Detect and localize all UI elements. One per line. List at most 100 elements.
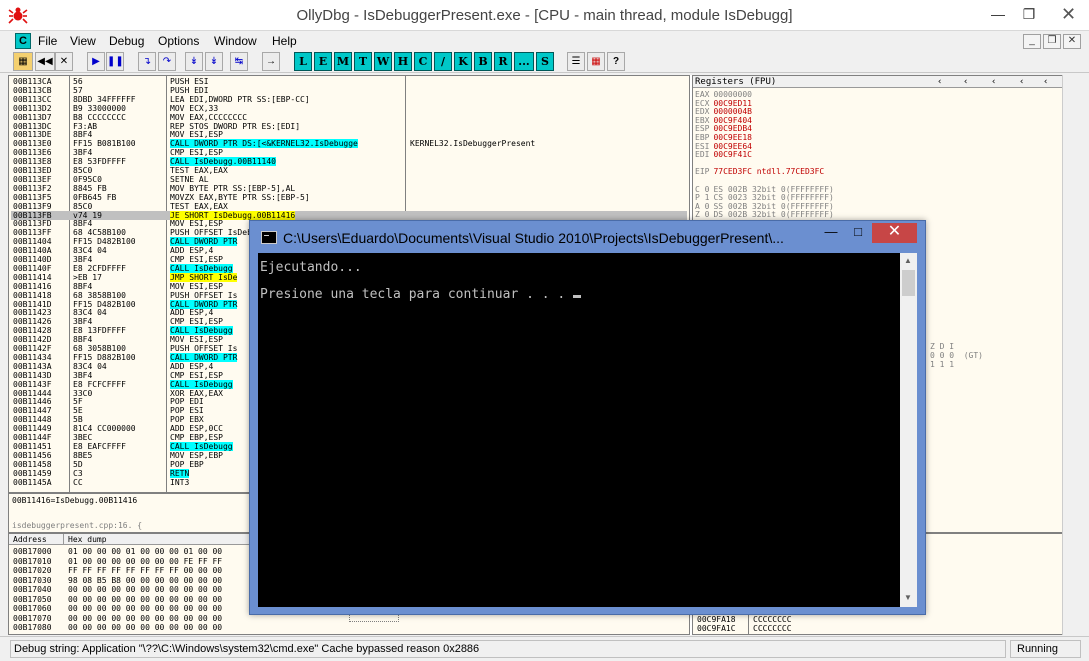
menu-window[interactable]: Window bbox=[214, 34, 257, 48]
fpu-flags-row2: 1 1 1 bbox=[930, 360, 955, 369]
trace-over-icon[interactable]: ↡ bbox=[205, 52, 223, 71]
registers-prev-icon-3[interactable]: ‹ bbox=[991, 76, 996, 88]
disasm-row[interactable]: 00B113D2 B9 33000000 MOV ECX,33 bbox=[11, 104, 687, 113]
run-trace-button[interactable]: ... bbox=[514, 52, 534, 71]
cpu-window-button[interactable]: C bbox=[414, 52, 432, 71]
disasm-address: 00B113CA bbox=[13, 77, 52, 86]
patches-window-button[interactable]: / bbox=[434, 52, 452, 71]
disasm-address: 00B113CB bbox=[13, 85, 52, 95]
registers-prev-icon-5[interactable]: ‹ bbox=[1043, 76, 1048, 88]
menu-file[interactable]: File bbox=[38, 34, 57, 48]
disasm-row[interactable]: 00B113CC 8DBD 34FFFFFF LEA EDI,DWORD PTR S… bbox=[11, 95, 687, 104]
trace-into-icon[interactable]: ↡ bbox=[185, 52, 203, 71]
disasm-row[interactable]: 00B113CA 56 PUSH ESI bbox=[11, 77, 687, 86]
disasm-row[interactable]: 00B113DC F3:AB REP STOS DWORD PTR ES:[EDI] bbox=[11, 122, 687, 131]
log-window-button[interactable]: L bbox=[294, 52, 312, 71]
disasm-address: 00B11448 bbox=[13, 415, 52, 425]
menu-options[interactable]: Options bbox=[158, 34, 199, 48]
references-button[interactable]: R bbox=[494, 52, 512, 71]
maximize-button[interactable]: ❐ bbox=[1014, 0, 1044, 30]
mdi-close-icon[interactable]: ✕ bbox=[1063, 34, 1081, 49]
console-scrollbar[interactable]: ▲ ▼ bbox=[900, 253, 917, 607]
console-title-bar[interactable]: C:\Users\Eduardo\Documents\Visual Studio… bbox=[250, 221, 925, 253]
disasm-command: REP STOS DWORD PTR ES:[EDI] bbox=[170, 121, 301, 131]
registers-prev-icon-4[interactable]: ‹ bbox=[1019, 76, 1024, 88]
windows-window-button[interactable]: W bbox=[374, 52, 392, 71]
register-row[interactable]: EDI 00C9F41C bbox=[695, 150, 752, 159]
menu-debug[interactable]: Debug bbox=[109, 34, 144, 48]
dump-address: 00B17050 bbox=[13, 594, 52, 604]
console-client[interactable]: Ejecutando... Presione una tecla para co… bbox=[258, 253, 917, 607]
dump-hex: 00 00 00 00 00 00 00 00 00 00 00 bbox=[68, 585, 223, 594]
cpu-window-icon[interactable]: C bbox=[15, 33, 31, 49]
disasm-hex: 5F bbox=[73, 397, 83, 407]
console-window[interactable]: C:\Users\Eduardo\Documents\Visual Studio… bbox=[249, 220, 926, 615]
registers-prev-icon[interactable]: ‹ bbox=[937, 76, 942, 88]
console-line-1: Ejecutando... bbox=[260, 260, 362, 275]
disasm-row[interactable]: 00B113E0 FF15 B081B100 CALL DWORD PTR DS:[… bbox=[11, 139, 687, 149]
disasm-command: ADD ESP,4 bbox=[170, 308, 214, 318]
step-over-icon[interactable]: ↷ bbox=[158, 52, 176, 71]
pause-icon[interactable]: ❚❚ bbox=[106, 52, 124, 71]
disasm-row[interactable]: 00B113E8 E8 53FDFFFF CALL IsDebugg.00B1114… bbox=[11, 157, 687, 167]
help-icon[interactable]: ? bbox=[607, 52, 625, 71]
open-icon[interactable]: ▦ bbox=[13, 52, 33, 71]
close-program-icon[interactable]: ✕ bbox=[55, 52, 73, 71]
dump-col-address[interactable]: Address bbox=[9, 534, 64, 545]
console-scroll-thumb[interactable] bbox=[902, 270, 915, 296]
handles-window-button[interactable]: H bbox=[394, 52, 412, 71]
menu-help[interactable]: Help bbox=[272, 34, 297, 48]
call-stack-button[interactable]: K bbox=[454, 52, 472, 71]
restart-icon[interactable]: ◀◀ bbox=[35, 52, 55, 71]
mdi-restore-icon[interactable]: ❐ bbox=[1043, 34, 1061, 49]
console-scroll-up-icon[interactable]: ▲ bbox=[904, 256, 912, 265]
close-button[interactable]: ✕ bbox=[1048, 0, 1089, 30]
disasm-hex: 8BF4 bbox=[73, 281, 93, 291]
console-maximize-button[interactable]: □ bbox=[844, 223, 872, 243]
disasm-hex: C3 bbox=[73, 468, 83, 478]
disasm-address: 00B113ED bbox=[13, 166, 52, 175]
disasm-address: 00B113DC bbox=[13, 121, 52, 131]
disasm-row[interactable]: 00B113F5 0FB645 FB MOVZX EAX,BYTE PTR SS:[… bbox=[11, 193, 687, 202]
registers-prev-icon-2[interactable]: ‹ bbox=[963, 76, 968, 88]
memory-window-button[interactable]: M bbox=[334, 52, 352, 71]
list-icon[interactable]: ☰ bbox=[567, 52, 585, 71]
disasm-row[interactable]: 00B113CB 57 PUSH EDI bbox=[11, 86, 687, 95]
disasm-row[interactable]: 00B113F2 8845 FB MOV BYTE PTR SS:[EBP-5],A… bbox=[11, 184, 687, 193]
go-to-icon[interactable]: → bbox=[262, 52, 280, 71]
disasm-row[interactable]: 00B113D7 B8 CCCCCCCC MOV EAX,CCCCCCCC bbox=[11, 113, 687, 122]
disasm-address: 00B113F2 bbox=[13, 183, 52, 193]
disasm-address: 00B113D7 bbox=[13, 112, 52, 122]
disasm-row[interactable]: 00B113EF 0F95C0 SETNE AL bbox=[11, 175, 687, 184]
breakpoints-button[interactable]: B bbox=[474, 52, 492, 71]
mdi-minimize-icon[interactable]: _ bbox=[1023, 34, 1041, 49]
menu-view[interactable]: View bbox=[70, 34, 96, 48]
console-minimize-button[interactable]: — bbox=[817, 223, 845, 243]
console-close-button[interactable]: ✕ bbox=[872, 223, 917, 243]
disasm-address: 00B11416 bbox=[13, 281, 52, 291]
disasm-address: 00B1145A bbox=[13, 477, 52, 487]
disasm-row[interactable]: 00B113DE 8BF4 MOV ESI,ESP bbox=[11, 130, 687, 139]
source-button[interactable]: S bbox=[536, 52, 554, 71]
minimize-button[interactable]: — bbox=[983, 0, 1013, 30]
disasm-row[interactable]: 00B113FB v74 19 JE SHORT IsDebugg.00B11416 bbox=[11, 210, 687, 220]
disasm-row[interactable]: 00B113ED 85C0 TEST EAX,EAX bbox=[11, 166, 687, 175]
step-into-icon[interactable]: ↴ bbox=[138, 52, 156, 71]
run-icon[interactable]: ▶ bbox=[87, 52, 105, 71]
execute-till-return-icon[interactable]: ↹ bbox=[230, 52, 248, 71]
disasm-hex: CC bbox=[73, 477, 83, 487]
cpu-scrollbar[interactable] bbox=[1062, 75, 1081, 635]
disasm-row[interactable]: 00B113F9 85C0 TEST EAX,EAX bbox=[11, 202, 687, 211]
disasm-hex: 0FB645 FB bbox=[73, 192, 117, 202]
threads-window-button[interactable]: T bbox=[354, 52, 372, 71]
console-scroll-down-icon[interactable]: ▼ bbox=[904, 593, 912, 602]
grid-icon[interactable]: ▦ bbox=[587, 52, 605, 71]
console-icon bbox=[261, 231, 277, 244]
register-row[interactable]: EIP 77CED3FC ntdll.77CED3FC bbox=[695, 167, 824, 176]
stack-value: CCCCCCCC bbox=[753, 624, 792, 633]
disasm-row[interactable]: 00B113E6 3BF4 CMP ESI,ESP bbox=[11, 148, 687, 157]
disasm-hex: 3BF4 bbox=[73, 370, 93, 380]
console-line-2: Presione una tecla para continuar . . . bbox=[260, 287, 574, 302]
disasm-address: 00B11456 bbox=[13, 450, 52, 460]
modules-window-button[interactable]: E bbox=[314, 52, 332, 71]
